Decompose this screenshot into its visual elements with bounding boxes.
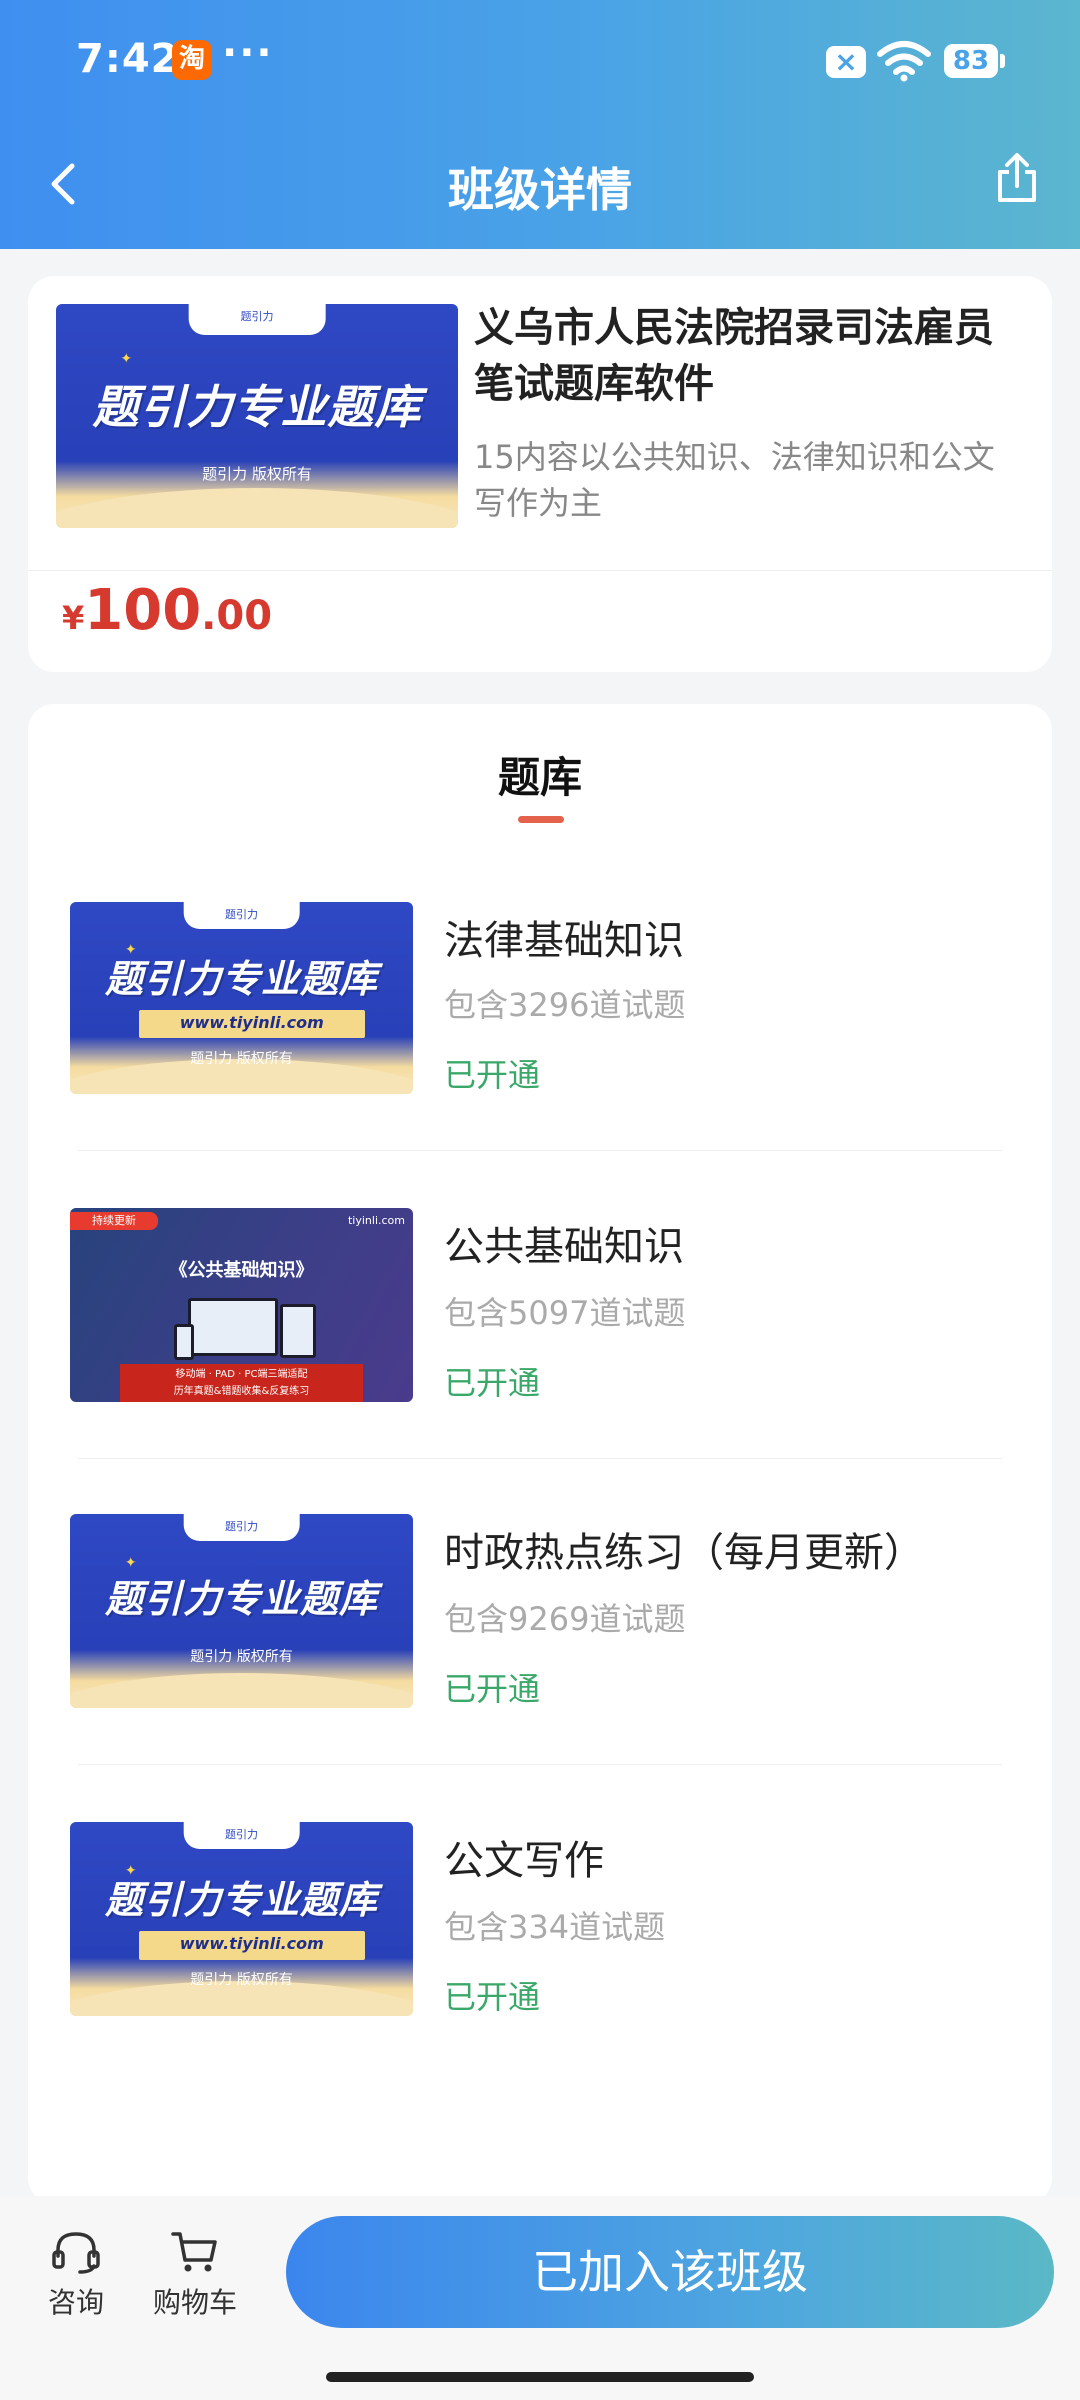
divider (28, 570, 1052, 571)
cover-wave (70, 1673, 413, 1708)
consult-label: 咨询 (47, 2286, 104, 2319)
cover-copyright: 题引力 版权所有 (190, 1972, 293, 1989)
shopping-cart-icon (171, 2232, 217, 2272)
bank-item-count: 包含334道试题 (444, 1908, 666, 1946)
cover-copyright: 题引力 版权所有 (190, 1648, 293, 1665)
price-decimal: .00 (201, 593, 273, 639)
divider (78, 1764, 1002, 1765)
cover-brand-text: 题引力专业题库 (104, 1577, 378, 1622)
phone-icon (174, 1324, 194, 1360)
headset-icon (52, 2232, 100, 2274)
cover-logo-tab: 题引力 (183, 1822, 300, 1850)
cover-url: www.tiyinli.com (138, 1930, 365, 1960)
price-currency: ¥ (62, 599, 85, 637)
taobao-notification-icon: 淘 (172, 40, 212, 80)
cover-wave (56, 487, 458, 528)
no-sim-icon: × (826, 46, 866, 78)
cover-brand-text: 题引力专业题库 (104, 957, 378, 1002)
battery-tip (1000, 54, 1005, 68)
star-icon: ✦ (120, 351, 133, 368)
monitor-icon (188, 1298, 278, 1356)
cart-label: 购物车 (152, 2286, 237, 2319)
cover-title: 《公共基础知识》 (169, 1260, 314, 1281)
app-header: 7:42 淘 ··· × 83 班级详情 (0, 0, 1080, 249)
bank-item-status: 已开通 (444, 1670, 541, 1708)
joined-class-button[interactable]: 已加入该班级 (286, 2216, 1054, 2328)
page-title: 班级详情 (448, 163, 632, 217)
bank-item-cover[interactable]: 题引力 ✦ 题引力专业题库 www.tiyinli.com 题引力 版权所有 (70, 902, 413, 1094)
bank-item-title[interactable]: 法律基础知识 (444, 908, 684, 966)
cover-copyright: 题引力 版权所有 (202, 465, 312, 484)
divider (78, 1458, 1002, 1459)
cover-url: www.tiyinli.com (138, 1009, 365, 1039)
more-notifications-icon: ··· (222, 30, 274, 76)
bank-item-cover[interactable]: 题引力 ✦ 题引力专业题库 www.tiyinli.com 题引力 版权所有 (70, 1822, 413, 2016)
bank-item-count: 包含9269道试题 (444, 1600, 686, 1638)
home-indicator (326, 2372, 754, 2382)
cover-feature-line: 历年真题&错题收集&反复练习 (173, 1386, 310, 1397)
section-title[interactable]: 题库 (0, 744, 1080, 805)
cover-logo: tiyinli.com (347, 1214, 405, 1227)
bank-item-count: 包含5097道试题 (444, 1294, 686, 1332)
bank-item-title[interactable]: 时政热点练习（每月更新） (444, 1520, 924, 1578)
cover-logo-tab: 题引力 (183, 902, 300, 929)
cover-copyright: 题引力 版权所有 (190, 1050, 293, 1067)
update-badge: 持续更新 (70, 1212, 158, 1230)
course-title: 义乌市人民法院招录司法雇员笔试题库软件 (474, 305, 994, 407)
tablet-icon (280, 1304, 316, 1358)
cover-feature-bar: 移动端 · PAD · PC端三端适配 历年真题&错题收集&反复练习 (120, 1364, 363, 1402)
bank-item-title[interactable]: 公共基础知识 (444, 1214, 684, 1272)
cover-logo-tab: 题引力 (188, 304, 326, 336)
share-icon[interactable] (994, 152, 1040, 204)
divider (78, 1150, 1002, 1151)
bank-item-count: 包含3296道试题 (444, 986, 686, 1024)
cart-button[interactable]: 购物车 (140, 2228, 250, 2321)
course-description: 15内容以公共知识、法律知识和公文写作为主 (474, 438, 995, 522)
course-cover-image: 题引力 ✦ 题引力专业题库 题引力 版权所有 (56, 304, 458, 528)
bank-item-status: 已开通 (444, 1056, 541, 1094)
price-integer: 100 (84, 578, 202, 643)
wifi-icon (877, 41, 931, 82)
cover-feature-line: 移动端 · PAD · PC端三端适配 (175, 1369, 308, 1380)
consult-button[interactable]: 咨询 (34, 2228, 118, 2321)
cover-brand-text: 题引力专业题库 (92, 380, 422, 435)
tab-indicator (518, 816, 564, 823)
cover-logo-tab: 题引力 (183, 1514, 300, 1542)
bank-item-status: 已开通 (444, 1978, 541, 2016)
status-time: 7:42 (76, 36, 180, 82)
battery-icon: 83 (944, 44, 998, 78)
bank-item-title[interactable]: 公文写作 (444, 1828, 604, 1886)
bank-item-cover[interactable]: 题引力 ✦ 题引力专业题库 题引力 版权所有 (70, 1514, 413, 1708)
bank-item-status: 已开通 (444, 1364, 541, 1402)
course-price: ¥100.00 (62, 578, 272, 643)
cover-brand-text: 题引力专业题库 (104, 1877, 378, 1922)
bank-item-cover[interactable]: 持续更新 tiyinli.com 《公共基础知识》 移动端 · PAD · PC… (70, 1208, 413, 1402)
